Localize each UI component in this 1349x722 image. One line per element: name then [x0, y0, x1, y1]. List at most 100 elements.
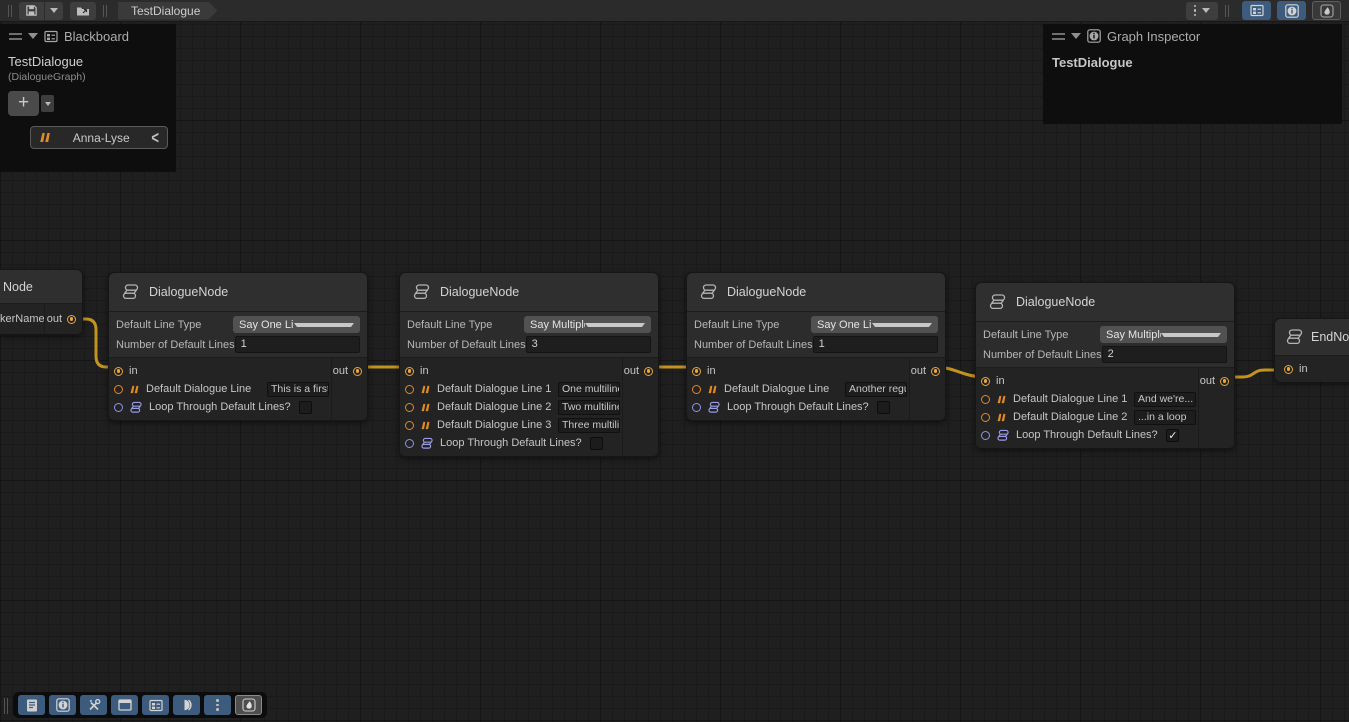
- info-icon: [1087, 29, 1101, 43]
- dialogue-node-icon: [699, 283, 718, 301]
- in-port-label: in: [707, 365, 716, 377]
- prop-label: Default Line Type: [983, 329, 1100, 341]
- dialogue-node-icon: [121, 283, 140, 301]
- dock-inspector-button[interactable]: [49, 695, 76, 715]
- blackboard-header[interactable]: Blackboard: [0, 24, 176, 48]
- port-label-speakername: kerName: [0, 304, 45, 334]
- node-dialogue-4[interactable]: DialogueNode Default Line Type Say Multi…: [975, 282, 1235, 449]
- in-port[interactable]: [405, 367, 414, 376]
- in-port[interactable]: [114, 367, 123, 376]
- dialogue-line-port[interactable]: [405, 403, 414, 412]
- node-dialogue-1[interactable]: DialogueNode Default Line Type Say One L…: [108, 272, 368, 421]
- dialogue-line-port[interactable]: [981, 395, 990, 404]
- add-property-options-button[interactable]: [41, 95, 54, 112]
- out-port-label: out: [911, 365, 926, 377]
- num-lines-field[interactable]: 2: [1102, 346, 1227, 363]
- graph-canvas[interactable]: { "toolbar": { "breadcrumb": "TestDialog…: [0, 0, 1349, 722]
- loop-bubbles-icon: [707, 401, 721, 414]
- dialogue-line-field[interactable]: ...in a loop: [1134, 410, 1196, 425]
- out-port-label: out: [624, 365, 639, 377]
- dock-tools-button[interactable]: [80, 695, 107, 715]
- dialogue-line-field[interactable]: This is a first: [267, 382, 329, 397]
- graph-inspector-header[interactable]: Graph Inspector: [1043, 24, 1342, 48]
- open-asset-button[interactable]: [70, 2, 96, 20]
- kebab-icon: [216, 699, 219, 711]
- flame-icon: [1320, 4, 1334, 18]
- chevron-down-icon: [1202, 8, 1210, 13]
- out-port[interactable]: [1220, 377, 1229, 386]
- dialogue-line-field[interactable]: And we're...: [1134, 392, 1196, 407]
- node-title: DialogueNode: [727, 285, 806, 299]
- tools-icon: [87, 698, 101, 712]
- port-label: Default Dialogue Line 3: [437, 419, 551, 431]
- quote-icon: [996, 413, 1007, 422]
- quote-icon: [420, 421, 431, 430]
- dropdown-value: Say One Line: [817, 319, 872, 331]
- loop-port[interactable]: [981, 431, 990, 440]
- graph-inspector-toggle-button[interactable]: [1277, 1, 1306, 20]
- kebab-icon: [1194, 5, 1197, 17]
- num-lines-field[interactable]: 3: [526, 336, 651, 353]
- node-dialogue-3[interactable]: DialogueNode Default Line Type Say One L…: [686, 272, 946, 421]
- dialogue-line-port[interactable]: [405, 421, 414, 430]
- dock-notes-button[interactable]: [18, 695, 45, 715]
- loop-port[interactable]: [405, 439, 414, 448]
- dock-blackboard-button[interactable]: [142, 695, 169, 715]
- dock-preview-button[interactable]: [173, 695, 200, 715]
- line-type-dropdown[interactable]: Say One Line: [233, 316, 360, 333]
- blackboard-toggle-button[interactable]: [1242, 1, 1271, 20]
- out-port[interactable]: [67, 315, 76, 324]
- line-type-dropdown[interactable]: Say Multiple Lines: [524, 316, 651, 333]
- save-button[interactable]: [19, 2, 44, 20]
- more-options-button[interactable]: [1186, 2, 1219, 20]
- dropdown-value: Say One Line: [239, 319, 294, 331]
- dock-flame-button[interactable]: [235, 695, 262, 715]
- in-port[interactable]: [1284, 365, 1293, 374]
- add-property-button[interactable]: +: [8, 91, 39, 116]
- loop-checkbox[interactable]: [877, 401, 890, 414]
- collapse-icon[interactable]: [28, 33, 38, 39]
- node-dialogue-2[interactable]: DialogueNode Default Line Type Say Multi…: [399, 272, 659, 457]
- dialogue-line-field[interactable]: Another regu: [845, 382, 907, 397]
- drag-handle-icon[interactable]: [1052, 33, 1065, 40]
- in-port[interactable]: [981, 377, 990, 386]
- dialogue-line-port[interactable]: [405, 385, 414, 394]
- dialogue-line-field[interactable]: Two multiline: [558, 400, 620, 415]
- loop-checkbox[interactable]: [299, 401, 312, 414]
- dock-drag-handle[interactable]: [4, 698, 8, 714]
- node-end[interactable]: EndNode in: [1274, 318, 1349, 382]
- num-lines-field[interactable]: 1: [235, 336, 360, 353]
- loop-port[interactable]: [114, 403, 123, 412]
- blackboard-field-anna-lyse[interactable]: Anna-Lyse <: [30, 126, 168, 149]
- line-type-dropdown[interactable]: Say Multiple Lines: [1100, 326, 1227, 343]
- save-options-button[interactable]: [45, 2, 63, 20]
- toolbar-separator: [1225, 5, 1229, 17]
- node-start-stub[interactable]: Node kerName out: [0, 269, 83, 335]
- loop-port[interactable]: [692, 403, 701, 412]
- loop-checkbox[interactable]: [1166, 429, 1179, 442]
- dock-window-button[interactable]: [111, 695, 138, 715]
- collapse-icon[interactable]: [1071, 33, 1081, 39]
- out-port[interactable]: [644, 367, 653, 376]
- dialogue-line-port[interactable]: [981, 413, 990, 422]
- loop-checkbox[interactable]: [590, 437, 603, 450]
- port-label: Default Dialogue Line: [146, 383, 251, 395]
- dialogue-line-port[interactable]: [114, 385, 123, 394]
- out-port[interactable]: [353, 367, 362, 376]
- toolbar-drag-handle[interactable]: [8, 5, 12, 17]
- line-type-dropdown[interactable]: Say One Line: [811, 316, 938, 333]
- preview-toggle-button[interactable]: [1312, 1, 1341, 20]
- num-lines-field[interactable]: 1: [813, 336, 938, 353]
- field-name: Anna-Lyse: [58, 131, 144, 145]
- dock-more-button[interactable]: [204, 695, 231, 715]
- dropdown-value: Say Multiple Lines: [530, 319, 585, 331]
- out-port[interactable]: [931, 367, 940, 376]
- dialogue-line-field[interactable]: Three multilin: [558, 418, 620, 433]
- dialogue-line-field[interactable]: One multiline: [558, 382, 620, 397]
- in-port[interactable]: [692, 367, 701, 376]
- window-icon: [118, 699, 132, 711]
- dialogue-line-port[interactable]: [692, 385, 701, 394]
- breadcrumb-graph[interactable]: TestDialogue: [118, 2, 217, 20]
- field-expand-icon[interactable]: <: [151, 127, 159, 147]
- drag-handle-icon[interactable]: [9, 33, 22, 40]
